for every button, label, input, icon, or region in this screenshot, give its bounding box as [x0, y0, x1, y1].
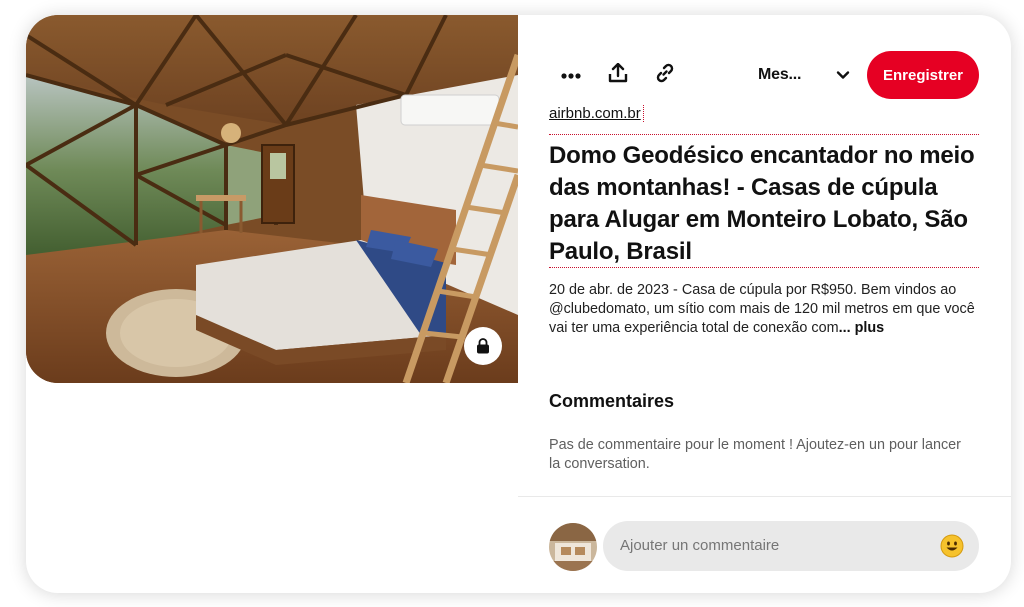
more-dots-icon [561, 66, 581, 84]
pin-description: 20 de abr. de 2023 - Casa de cúpula por … [549, 281, 981, 338]
comments-heading: Commentaires [549, 391, 675, 411]
pin-toolbar: Mes... Enregistrer [518, 51, 1011, 99]
pin-title: Domo Geodésico encantador no meio das mo… [549, 142, 975, 265]
share-upload-icon [608, 62, 628, 88]
description-text: 20 de abr. de 2023 - Casa de cúpula por … [549, 282, 975, 336]
save-button[interactable]: Enregistrer [867, 51, 979, 99]
divider [549, 134, 979, 135]
avatar[interactable] [549, 523, 597, 571]
divider [518, 496, 1011, 497]
lock-icon [476, 338, 490, 354]
more-options-button[interactable] [551, 55, 591, 95]
pin-image[interactable] [26, 15, 518, 383]
more-link[interactable]: ... plus [839, 320, 885, 336]
no-comments-text: Pas de commentaire pour le moment ! Ajou… [549, 437, 961, 472]
emoji-icon[interactable] [940, 534, 964, 558]
pin-details-panel: Mes... Enregistrer airbnb.com.br Domo Ge… [518, 15, 1011, 593]
divider [549, 267, 979, 268]
board-selector[interactable]: Mes... [758, 51, 854, 99]
comment-input[interactable]: Ajouter un commentaire [603, 521, 979, 571]
shop-lock-button[interactable] [464, 327, 502, 365]
board-selector-label: Mes... [758, 66, 802, 83]
link-chain-icon [655, 63, 675, 88]
chevron-down-icon [836, 68, 850, 87]
source-link[interactable]: airbnb.com.br [549, 105, 644, 122]
share-button[interactable] [598, 55, 638, 95]
copy-link-button[interactable] [645, 55, 685, 95]
pin-card: Mes... Enregistrer airbnb.com.br Domo Ge… [26, 15, 1011, 593]
comment-placeholder: Ajouter un commentaire [620, 537, 780, 554]
